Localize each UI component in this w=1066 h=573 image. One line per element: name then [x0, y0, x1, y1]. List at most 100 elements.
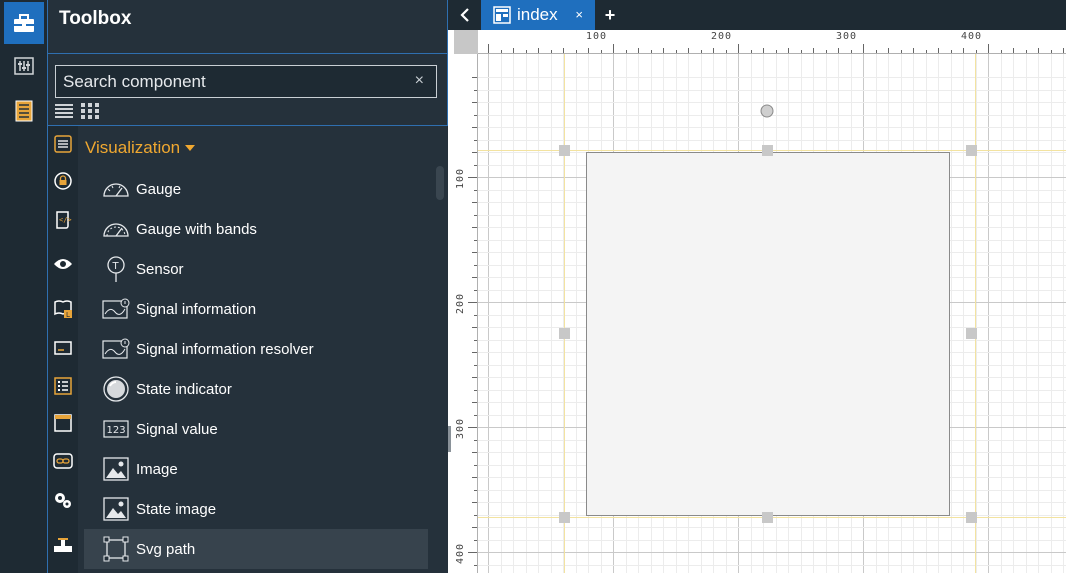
signal-value-glyph: 123	[107, 425, 126, 436]
svg-text:L: L	[66, 311, 70, 319]
eye-icon	[54, 259, 72, 269]
component-signal-information[interactable]: Signal information	[84, 289, 428, 329]
category-settings[interactable]	[53, 490, 73, 510]
vertical-ruler-labels: 100 200 300 400	[454, 54, 478, 573]
component-label: Signal information	[136, 300, 257, 318]
component-gauge[interactable]: Gauge	[84, 169, 428, 209]
ruler-label-v: 100	[455, 167, 466, 189]
panel-splitter[interactable]	[448, 426, 451, 452]
search-box: ×	[55, 65, 437, 98]
category-lists[interactable]	[53, 376, 73, 396]
component-signal-value[interactable]: 123 Signal value	[84, 409, 428, 449]
ruler-label-h: 100	[586, 31, 608, 42]
ruler-label-h: 200	[711, 31, 733, 42]
component-label: Signal value	[136, 420, 218, 438]
category-localization[interactable]: L	[53, 299, 73, 319]
resize-handle-ne[interactable]	[966, 145, 977, 156]
ruler-label-h: 400	[961, 31, 983, 42]
component-list: Visualization Gauge Gauge with bands T S…	[78, 126, 448, 573]
component-label: State image	[136, 500, 217, 518]
category-process[interactable]	[53, 536, 73, 556]
category-scripting[interactable]: </>	[53, 210, 73, 230]
svg-text:</>: </>	[59, 216, 72, 224]
toolbox-title: Toolbox	[59, 8, 132, 29]
sensor-icon: T	[107, 256, 125, 282]
state-image-icon	[103, 497, 129, 521]
close-tab-icon[interactable]: ×	[575, 7, 583, 22]
component-svg-path[interactable]: Svg path	[84, 529, 428, 569]
gauge-bands-icon	[103, 223, 129, 237]
list-view-icon[interactable]	[55, 103, 73, 119]
toolbox-icon	[14, 14, 34, 32]
input-box-icon	[54, 341, 72, 355]
resize-handle-se[interactable]	[966, 512, 977, 523]
activity-rail	[0, 0, 48, 573]
sliders-icon	[14, 57, 34, 75]
signal-info-icon	[102, 298, 130, 319]
design-grid	[478, 54, 1066, 573]
checklist-icon	[54, 377, 72, 395]
header-divider	[48, 53, 448, 54]
pages-rail-button[interactable]	[4, 91, 44, 131]
search-input[interactable]	[56, 66, 406, 97]
properties-rail-button[interactable]	[4, 46, 44, 86]
component-image[interactable]: Image	[84, 449, 428, 489]
clear-search-icon[interactable]: ×	[415, 72, 424, 90]
component-label: Signal information resolver	[136, 340, 314, 358]
svg-path-icon	[103, 536, 129, 562]
chevron-left-icon	[460, 8, 469, 22]
list-box-icon	[54, 135, 72, 153]
resize-handle-e[interactable]	[966, 328, 977, 339]
tab-index[interactable]: index ×	[481, 0, 595, 30]
category-heading[interactable]: Visualization	[85, 138, 196, 158]
grid-view-icon[interactable]	[81, 103, 99, 119]
book-l-icon: L	[54, 300, 72, 319]
state-indicator-icon	[103, 376, 129, 402]
list-scrollbar[interactable]	[436, 166, 444, 200]
resize-handle-s[interactable]	[762, 512, 773, 523]
component-label: Gauge with bands	[136, 220, 257, 238]
component-sensor[interactable]: T Sensor	[84, 249, 428, 289]
window-icon	[54, 414, 72, 432]
component-signal-information-resolver[interactable]: Signal information resolver	[84, 329, 428, 369]
category-basic[interactable]	[53, 134, 73, 154]
resize-handle-nw[interactable]	[559, 145, 570, 156]
resize-handle-n[interactable]	[762, 145, 773, 156]
ruler-label-v: 400	[455, 542, 466, 564]
component-gauge-with-bands[interactable]: Gauge with bands	[84, 209, 428, 249]
category-links[interactable]	[53, 451, 73, 471]
tab-bar: index × +	[448, 0, 1066, 30]
page-layout-icon	[493, 6, 511, 24]
ruler-label-v: 300	[455, 417, 466, 439]
app-window: Toolbox × </>	[0, 0, 1066, 573]
component-label: State indicator	[136, 380, 232, 398]
document-list-icon	[15, 100, 33, 122]
rotate-handle[interactable]	[760, 104, 774, 118]
image-icon	[103, 457, 129, 481]
selected-element[interactable]	[586, 152, 950, 516]
gauge-icon	[103, 183, 129, 197]
category-column: </> L	[48, 126, 78, 573]
component-label: Image	[136, 460, 178, 478]
component-label: Svg path	[136, 540, 196, 558]
gears-icon	[55, 493, 71, 508]
category-security[interactable]	[53, 171, 73, 191]
tab-back-button[interactable]	[454, 4, 476, 26]
horizontal-ruler-labels: 100 200 300 400	[478, 30, 1066, 54]
category-visualization[interactable]	[53, 254, 73, 274]
category-containers[interactable]	[53, 413, 73, 433]
tab-label: index	[517, 5, 558, 24]
category-heading-label: Visualization	[85, 138, 181, 157]
toolbox-panel: Toolbox × </>	[48, 0, 448, 573]
add-tab-button[interactable]: +	[599, 4, 621, 26]
component-state-indicator[interactable]: State indicator	[84, 369, 428, 409]
toolbox-rail-button[interactable]	[4, 2, 44, 44]
component-label: Sensor	[136, 260, 184, 278]
resize-handle-w[interactable]	[559, 328, 570, 339]
sensor-glyph: T	[112, 261, 120, 272]
category-input[interactable]	[53, 338, 73, 358]
component-label: Gauge	[136, 180, 182, 198]
component-state-image[interactable]: State image	[84, 489, 428, 529]
resize-handle-sw[interactable]	[559, 512, 570, 523]
caret-down-icon	[185, 145, 196, 151]
